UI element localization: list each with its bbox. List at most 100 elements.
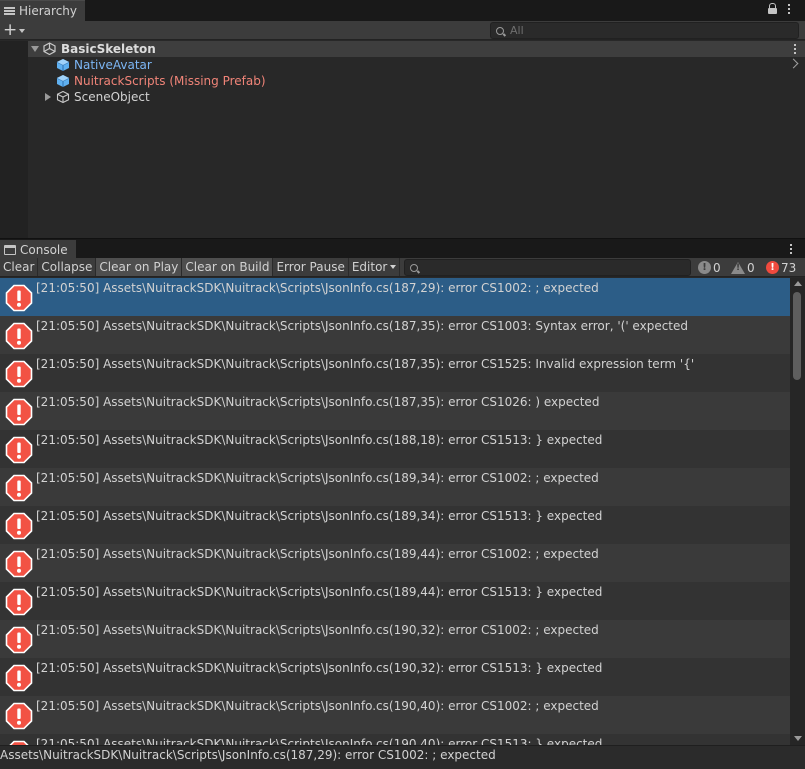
scroll-down-icon[interactable] bbox=[794, 736, 802, 741]
warning-count-toggle[interactable]: 0 bbox=[729, 258, 757, 277]
log-entry[interactable]: [21:05:50] Assets\NuitrackSDK\Nuitrack\S… bbox=[0, 430, 790, 468]
log-entry[interactable]: [21:05:50] Assets\NuitrackSDK\Nuitrack\S… bbox=[0, 392, 790, 430]
log-entry[interactable]: [21:05:50] Assets\NuitrackSDK\Nuitrack\S… bbox=[0, 506, 790, 544]
tab-console[interactable]: Console bbox=[0, 240, 76, 259]
scene-menu-icon[interactable] bbox=[793, 43, 797, 55]
info-count-toggle[interactable]: ! 0 bbox=[696, 258, 723, 277]
error-octagon-icon bbox=[5, 550, 33, 578]
log-entry-text: [21:05:50] Assets\NuitrackSDK\Nuitrack\S… bbox=[36, 433, 603, 447]
hierarchy-item-label: NativeAvatar bbox=[74, 58, 152, 72]
log-entry-text: [21:05:50] Assets\NuitrackSDK\Nuitrack\S… bbox=[36, 623, 599, 637]
prefab-cube-icon bbox=[56, 75, 70, 87]
expand-arrow-icon[interactable] bbox=[31, 46, 39, 52]
console-log-list[interactable]: [21:05:50] Assets\NuitrackSDK\Nuitrack\S… bbox=[0, 278, 790, 745]
error-octagon-icon bbox=[5, 360, 33, 388]
console-search[interactable] bbox=[404, 259, 691, 276]
log-entry[interactable]: [21:05:50] Assets\NuitrackSDK\Nuitrack\S… bbox=[0, 544, 790, 582]
log-entry-text: [21:05:50] Assets\NuitrackSDK\Nuitrack\S… bbox=[36, 281, 599, 295]
log-entry-text: [21:05:50] Assets\NuitrackSDK\Nuitrack\S… bbox=[36, 699, 599, 713]
scene-label: BasicSkeleton bbox=[61, 42, 156, 56]
error-octagon-icon bbox=[5, 626, 33, 654]
log-entry[interactable]: [21:05:50] Assets\NuitrackSDK\Nuitrack\S… bbox=[0, 278, 790, 316]
hierarchy-item-label: NuitrackScripts (Missing Prefab) bbox=[74, 74, 266, 88]
info-count: 0 bbox=[713, 260, 721, 275]
log-entry-text: [21:05:50] Assets\NuitrackSDK\Nuitrack\S… bbox=[36, 357, 695, 371]
hierarchy-gutter bbox=[0, 41, 28, 238]
console-tabbar: Console bbox=[0, 238, 805, 259]
chevron-down-icon bbox=[390, 265, 397, 269]
log-entry-text: [21:05:50] Assets\NuitrackSDK\Nuitrack\S… bbox=[36, 585, 603, 599]
error-octagon-icon bbox=[5, 284, 33, 312]
error-icon: ! bbox=[766, 261, 779, 274]
lock-icon[interactable] bbox=[768, 3, 777, 15]
hierarchy-item-nuitrackscripts[interactable]: NuitrackScripts (Missing Prefab) bbox=[28, 73, 805, 89]
panel-menu-icon[interactable] bbox=[787, 3, 791, 15]
hierarchy-item-label: SceneObject bbox=[74, 90, 150, 104]
info-icon: ! bbox=[698, 261, 711, 274]
hierarchy-tabbar: Hierarchy bbox=[0, 0, 805, 21]
warning-icon bbox=[731, 261, 745, 274]
hierarchy-toolbar: + bbox=[0, 21, 805, 40]
error-count-toggle[interactable]: ! 73 bbox=[764, 258, 798, 277]
scrollbar-thumb[interactable] bbox=[793, 292, 801, 380]
prefab-cube-icon bbox=[56, 59, 70, 71]
hierarchy-item-nativeavatar[interactable]: NativeAvatar bbox=[28, 57, 805, 73]
status-bar[interactable]: Assets\NuitrackSDK\Nuitrack\Scripts\Json… bbox=[0, 745, 805, 769]
search-icon bbox=[496, 26, 504, 35]
create-button[interactable]: + bbox=[3, 22, 29, 39]
error-octagon-icon bbox=[5, 702, 33, 730]
log-entry[interactable]: [21:05:50] Assets\NuitrackSDK\Nuitrack\S… bbox=[0, 658, 790, 696]
log-entry[interactable]: [21:05:50] Assets\NuitrackSDK\Nuitrack\S… bbox=[0, 582, 790, 620]
hamburger-icon bbox=[4, 6, 15, 16]
unity-scene-icon bbox=[43, 42, 56, 55]
console-toolbar: Clear Collapse Clear on Play Clear on Bu… bbox=[0, 258, 805, 277]
log-entry-text: [21:05:50] Assets\NuitrackSDK\Nuitrack\S… bbox=[36, 547, 599, 561]
error-pause-toggle[interactable]: Error Pause bbox=[273, 258, 349, 276]
error-octagon-icon bbox=[5, 436, 33, 464]
error-octagon-icon bbox=[5, 398, 33, 426]
error-octagon-icon bbox=[5, 664, 33, 692]
log-entry[interactable]: [21:05:50] Assets\NuitrackSDK\Nuitrack\S… bbox=[0, 316, 790, 354]
console-scrollbar[interactable] bbox=[790, 278, 805, 745]
scene-row[interactable]: BasicSkeleton bbox=[28, 41, 805, 57]
error-octagon-icon bbox=[5, 588, 33, 616]
console-panel: Console Clear Collapse Clear on Play Cle… bbox=[0, 238, 805, 769]
log-entry[interactable]: [21:05:50] Assets\NuitrackSDK\Nuitrack\S… bbox=[0, 468, 790, 506]
tab-hierarchy[interactable]: Hierarchy bbox=[0, 0, 86, 21]
chevron-right-icon[interactable] bbox=[788, 58, 799, 69]
hierarchy-search[interactable] bbox=[490, 22, 799, 39]
plus-icon: + bbox=[3, 20, 18, 40]
expand-arrow-icon[interactable] bbox=[45, 93, 51, 101]
log-entry[interactable]: [21:05:50] Assets\NuitrackSDK\Nuitrack\S… bbox=[0, 696, 790, 734]
error-octagon-icon bbox=[5, 512, 33, 540]
scroll-up-icon[interactable] bbox=[794, 281, 802, 286]
log-entry[interactable]: [21:05:50] Assets\NuitrackSDK\Nuitrack\S… bbox=[0, 734, 790, 745]
clear-on-play-toggle[interactable]: Clear on Play bbox=[96, 258, 183, 276]
clear-button[interactable]: Clear bbox=[0, 258, 39, 276]
error-octagon-icon bbox=[5, 322, 33, 350]
error-octagon-icon bbox=[5, 474, 33, 502]
editor-dropdown-label: Editor bbox=[351, 260, 388, 274]
log-entry[interactable]: [21:05:50] Assets\NuitrackSDK\Nuitrack\S… bbox=[0, 354, 790, 392]
editor-dropdown[interactable]: Editor bbox=[349, 258, 401, 276]
search-icon bbox=[410, 263, 418, 272]
hierarchy-search-input[interactable] bbox=[510, 24, 790, 37]
console-search-input[interactable] bbox=[422, 261, 682, 274]
log-entry-text: [21:05:50] Assets\NuitrackSDK\Nuitrack\S… bbox=[36, 509, 603, 523]
panel-menu-icon[interactable] bbox=[789, 243, 793, 255]
tab-console-label: Console bbox=[20, 242, 68, 257]
log-entry[interactable]: [21:05:50] Assets\NuitrackSDK\Nuitrack\S… bbox=[0, 620, 790, 658]
log-entry-text: [21:05:50] Assets\NuitrackSDK\Nuitrack\S… bbox=[36, 661, 603, 675]
console-icon bbox=[4, 244, 16, 255]
tab-hierarchy-label: Hierarchy bbox=[19, 4, 78, 18]
clear-on-build-toggle[interactable]: Clear on Build bbox=[182, 258, 274, 276]
collapse-button[interactable]: Collapse bbox=[38, 258, 97, 276]
error-count: 73 bbox=[781, 260, 797, 275]
warning-count: 0 bbox=[747, 260, 755, 275]
hierarchy-item-sceneobject[interactable]: SceneObject bbox=[28, 89, 805, 105]
gameobject-cube-icon bbox=[56, 90, 70, 104]
chevron-down-icon bbox=[19, 28, 26, 33]
log-entry-text: [21:05:50] Assets\NuitrackSDK\Nuitrack\S… bbox=[36, 737, 603, 745]
log-entry-text: [21:05:50] Assets\NuitrackSDK\Nuitrack\S… bbox=[36, 319, 689, 333]
hierarchy-panel: Hierarchy + BasicSkeleton bbox=[0, 0, 805, 238]
